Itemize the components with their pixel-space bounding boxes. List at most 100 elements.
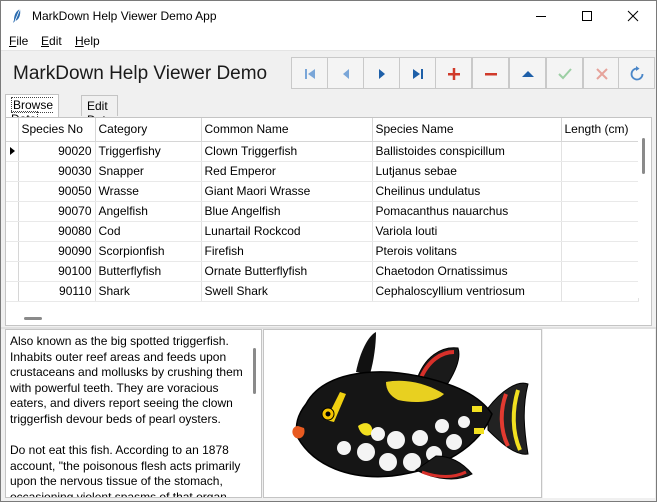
cancel-record-button[interactable] xyxy=(583,57,620,89)
column-header-species-name[interactable]: Species Name xyxy=(372,118,562,142)
cell-length[interactable] xyxy=(561,181,639,202)
cell-length[interactable] xyxy=(561,261,639,282)
cell-species-name[interactable]: Ballistoides conspicillum xyxy=(372,141,562,162)
cell-common-name[interactable]: Swell Shark xyxy=(201,281,373,302)
cell-length[interactable] xyxy=(561,161,639,182)
cell-length[interactable] xyxy=(561,221,639,242)
column-header-length[interactable]: Length (cm) xyxy=(561,118,639,142)
cell-category[interactable]: Snapper xyxy=(95,161,202,182)
minimize-button[interactable] xyxy=(518,1,564,31)
cell-species-no[interactable]: 90080 xyxy=(18,221,96,242)
table-row[interactable]: 90030 Snapper Red Emperor Lutjanus sebae xyxy=(6,161,639,182)
app-window: MarkDown Help Viewer Demo App File Edit … xyxy=(0,0,657,502)
window-title: MarkDown Help Viewer Demo App xyxy=(32,9,217,23)
post-record-button[interactable] xyxy=(546,57,583,89)
row-indicator xyxy=(6,201,19,222)
cell-category[interactable]: Scorpionfish xyxy=(95,241,202,262)
prior-record-icon xyxy=(343,69,349,79)
grid-vertical-scroll-thumb[interactable] xyxy=(642,138,645,174)
cell-length[interactable] xyxy=(561,281,639,302)
maximize-button[interactable] xyxy=(564,1,610,31)
menu-help[interactable]: Help xyxy=(75,34,100,48)
description-text: Also known as the big spotted triggerfis… xyxy=(10,334,246,497)
menu-edit[interactable]: Edit xyxy=(41,34,62,48)
description-memo[interactable]: Also known as the big spotted triggerfis… xyxy=(5,329,262,498)
cell-common-name[interactable]: Firefish xyxy=(201,241,373,262)
cell-common-name[interactable]: Blue Angelfish xyxy=(201,201,373,222)
tab-browse-data[interactable]: Browse Data xyxy=(5,94,60,127)
menu-file[interactable]: File xyxy=(9,34,28,48)
cell-length[interactable] xyxy=(561,141,639,162)
cell-species-name[interactable]: Lutjanus sebae xyxy=(372,161,562,182)
table-row[interactable]: 90100 Butterflyfish Ornate Butterflyfish… xyxy=(6,261,639,282)
description-scroll-thumb[interactable] xyxy=(253,348,256,394)
column-header-species-no[interactable]: Species No xyxy=(18,118,96,142)
edit-record-button[interactable] xyxy=(509,57,546,89)
cell-common-name[interactable]: Giant Maori Wrasse xyxy=(201,181,373,202)
cell-category[interactable]: Butterflyfish xyxy=(95,261,202,282)
prior-record-button[interactable] xyxy=(327,57,364,89)
grid-horizontal-scroll-thumb[interactable] xyxy=(24,317,42,320)
cell-species-no[interactable]: 90090 xyxy=(18,241,96,262)
cell-common-name[interactable]: Lunartail Rockcod xyxy=(201,221,373,242)
check-icon xyxy=(558,68,572,80)
cell-common-name[interactable]: Ornate Butterflyfish xyxy=(201,261,373,282)
cell-common-name[interactable]: Red Emperor xyxy=(201,161,373,182)
refresh-button[interactable] xyxy=(618,57,655,89)
first-record-button[interactable] xyxy=(291,57,328,89)
cell-common-name[interactable]: Clown Triggerfish xyxy=(201,141,373,162)
next-record-icon xyxy=(379,69,385,79)
cell-species-no[interactable]: 90110 xyxy=(18,281,96,302)
table-row[interactable]: 90080 Cod Lunartail Rockcod Variola lout… xyxy=(6,221,639,242)
table-header-row: Species No Category Common Name Species … xyxy=(6,118,639,142)
column-header-common-name[interactable]: Common Name xyxy=(201,118,373,142)
cell-species-no[interactable]: 90070 xyxy=(18,201,96,222)
cell-species-name[interactable]: Chaetodon Ornatissimus xyxy=(372,261,562,282)
cell-species-name[interactable]: Pomacanthus nauarchus xyxy=(372,201,562,222)
row-indicator xyxy=(6,181,19,202)
minimize-icon xyxy=(536,16,546,17)
delete-record-button[interactable] xyxy=(472,57,509,89)
insert-record-icon xyxy=(448,68,460,80)
last-record-button[interactable] xyxy=(399,57,436,89)
cell-length[interactable] xyxy=(561,241,639,262)
cell-category[interactable]: Shark xyxy=(95,281,202,302)
cell-length[interactable] xyxy=(561,201,639,222)
cell-category[interactable]: Angelfish xyxy=(95,201,202,222)
clown-triggerfish-image xyxy=(292,332,529,480)
current-row-indicator xyxy=(6,141,19,162)
grid-horizontal-scrollbar[interactable] xyxy=(6,312,638,324)
cell-category[interactable]: Wrasse xyxy=(95,181,202,202)
cell-species-no[interactable]: 90020 xyxy=(18,141,96,162)
image-panel-background xyxy=(543,329,655,498)
close-button[interactable] xyxy=(610,1,656,31)
row-indicator xyxy=(6,281,19,302)
cell-species-name[interactable]: Variola louti xyxy=(372,221,562,242)
cell-species-no[interactable]: 90050 xyxy=(18,181,96,202)
cell-category[interactable]: Cod xyxy=(95,221,202,242)
grid-vertical-scrollbar[interactable] xyxy=(638,118,651,298)
table-row[interactable]: 90050 Wrasse Giant Maori Wrasse Cheilinu… xyxy=(6,181,639,202)
cell-species-name[interactable]: Pterois volitans xyxy=(372,241,562,262)
table-row[interactable]: 90020 Triggerfishy Clown Triggerfish Bal… xyxy=(6,141,639,162)
cell-species-no[interactable]: 90030 xyxy=(18,161,96,182)
table-row[interactable]: 90090 Scorpionfish Firefish Pterois voli… xyxy=(6,241,639,262)
fish-image-panel xyxy=(263,329,542,498)
cell-category[interactable]: Triggerfishy xyxy=(95,141,202,162)
menu-bar: File Edit Help xyxy=(1,31,656,51)
table-row[interactable]: 90070 Angelfish Blue Angelfish Pomacanth… xyxy=(6,201,639,222)
cell-species-no[interactable]: 90100 xyxy=(18,261,96,282)
next-record-button[interactable] xyxy=(363,57,400,89)
page-title: MarkDown Help Viewer Demo xyxy=(13,63,268,84)
tab-edit-data[interactable]: Edit Data xyxy=(81,95,119,127)
row-indicator xyxy=(6,221,19,242)
row-indicator xyxy=(6,161,19,182)
maximize-icon xyxy=(582,11,592,21)
cell-species-name[interactable]: Cheilinus undulatus xyxy=(372,181,562,202)
table-row[interactable]: 90110 Shark Swell Shark Cephaloscyllium … xyxy=(6,281,639,302)
data-grid[interactable]: Species No Category Common Name Species … xyxy=(5,117,652,326)
insert-record-button[interactable] xyxy=(435,57,472,89)
cell-species-name[interactable]: Cephaloscyllium ventriosum xyxy=(372,281,562,302)
title-bar[interactable]: MarkDown Help Viewer Demo App xyxy=(1,1,656,31)
column-header-category[interactable]: Category xyxy=(95,118,202,142)
